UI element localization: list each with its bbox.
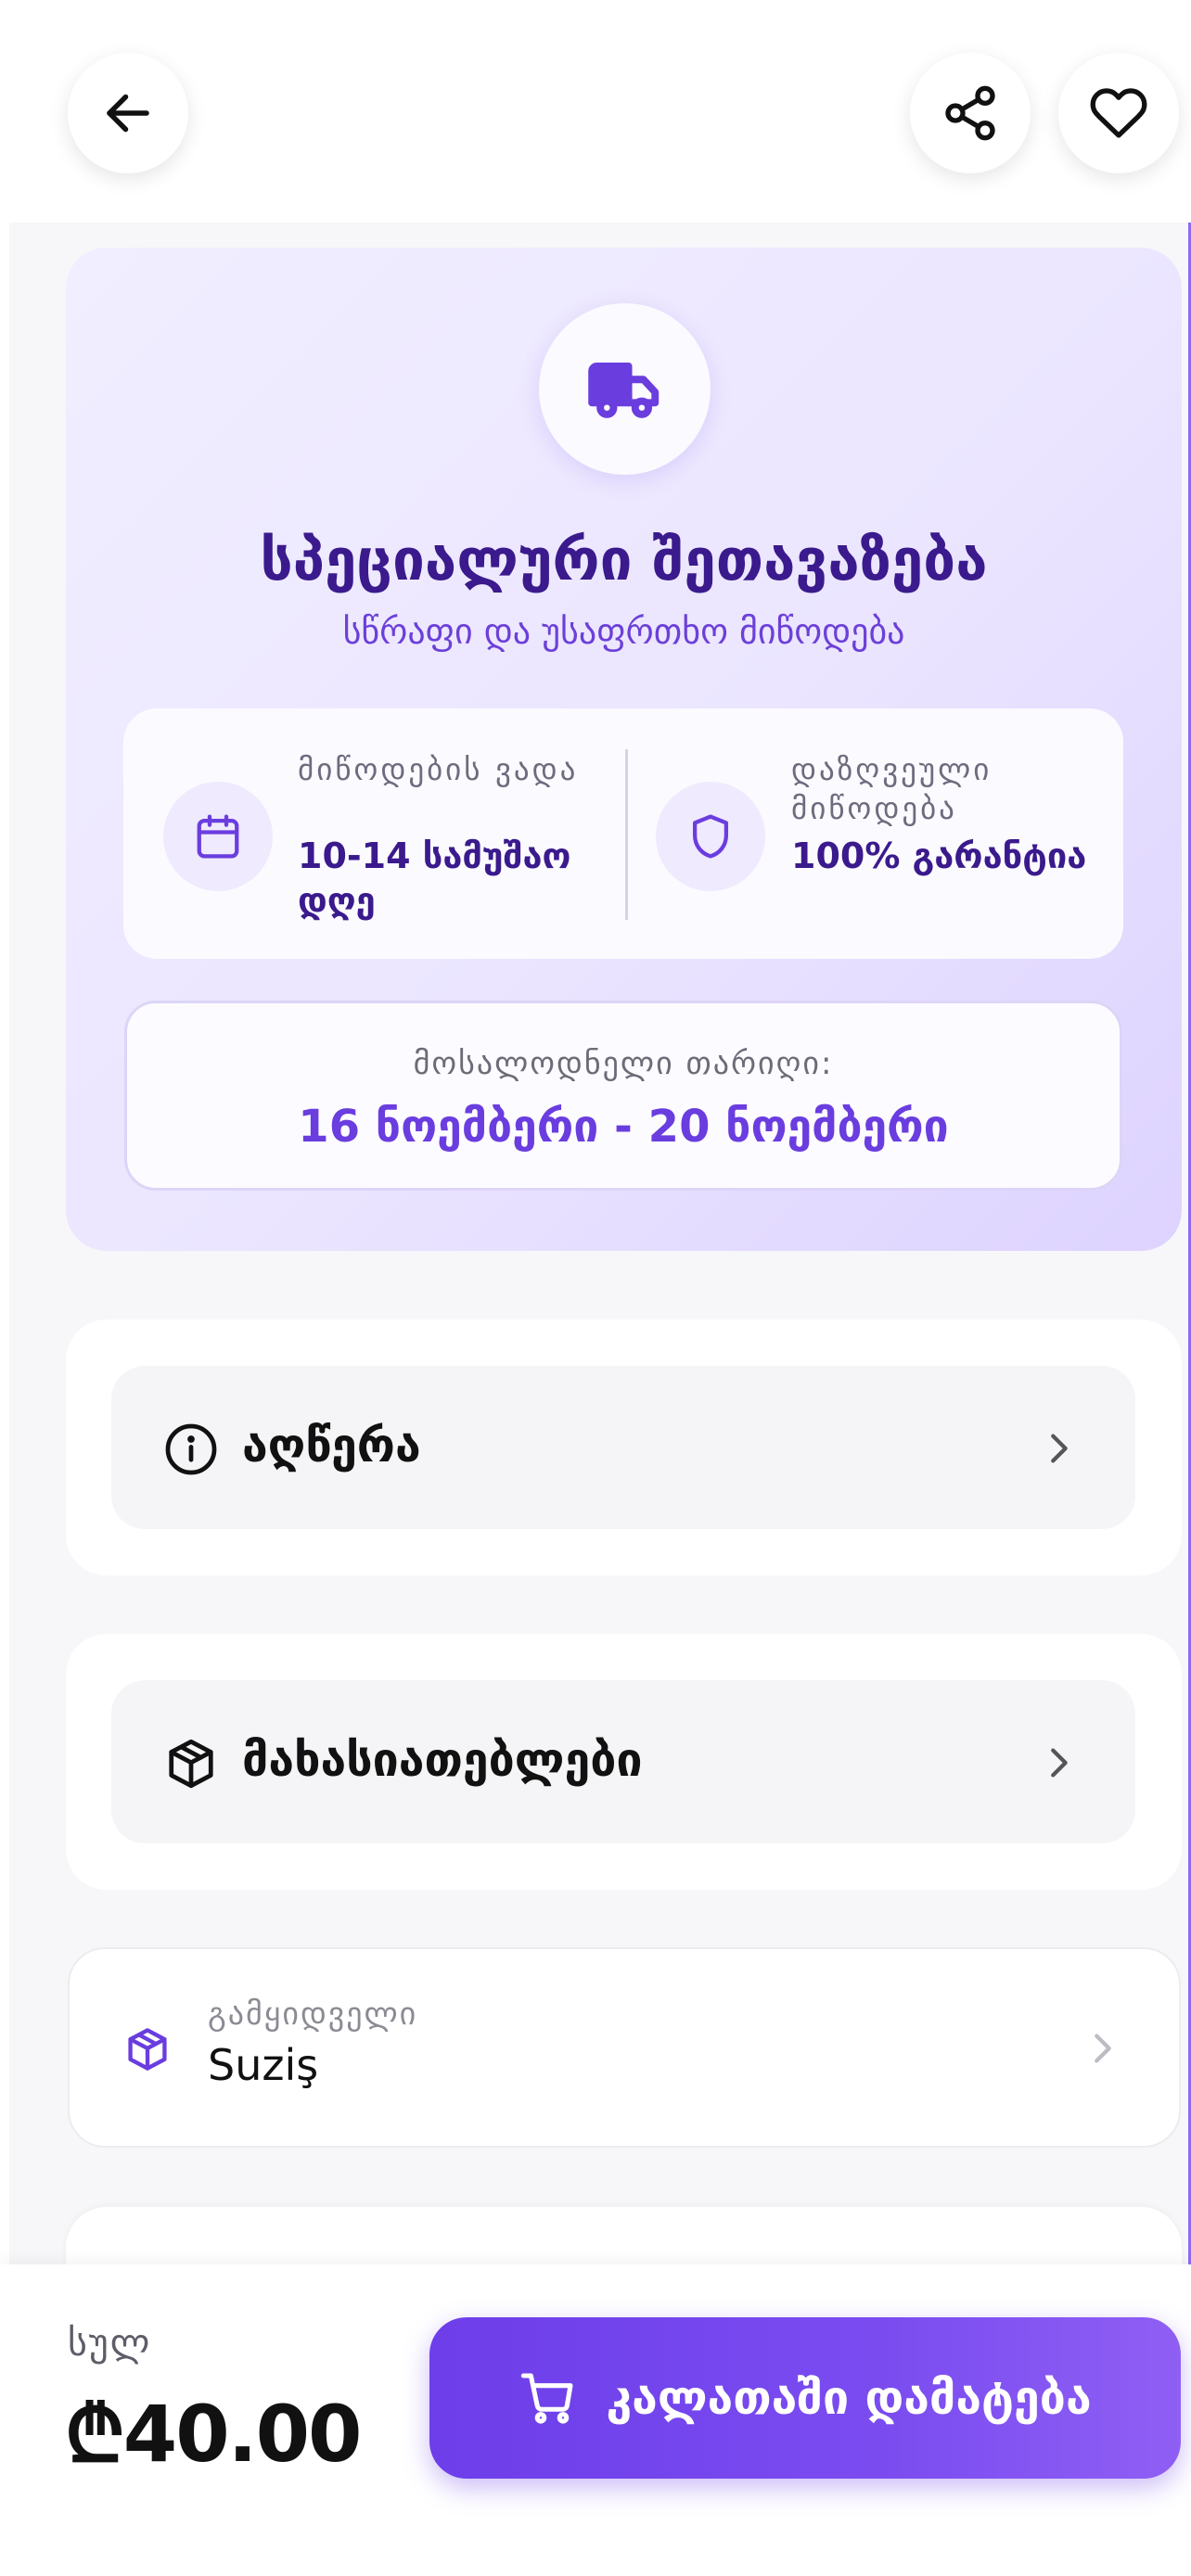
share-button[interactable] (910, 53, 1031, 173)
shield-badge (656, 782, 765, 891)
truck-icon (585, 350, 665, 429)
share-icon (941, 83, 1000, 143)
favorite-button[interactable] (1058, 53, 1179, 173)
delivery-time-label: მიწოდების ვადა (298, 751, 579, 787)
calendar-badge (163, 782, 273, 891)
characteristics-section: მახასიათებლები (66, 1634, 1182, 1890)
guarantee-value: 100% გარანტია (791, 835, 1087, 876)
chevron-right-icon (1037, 1427, 1080, 1470)
bottom-bar: სულ ₾40.00 კალათაში დამატება (0, 2264, 1191, 2576)
shield-icon (685, 811, 736, 861)
delivery-time-value: 10-14 სამუშაო დღე (298, 835, 571, 921)
expected-date-card: მოსალოდნელი თარიღი: 16 ნოემბერი - 20 ნოე… (124, 1001, 1122, 1191)
expected-date-value: 16 ნოემბერი - 20 ნოემბერი (298, 1101, 949, 1153)
add-to-cart-button[interactable]: კალათაში დამატება (429, 2317, 1181, 2479)
seller-name: Suziş (208, 2040, 319, 2090)
calendar-icon (193, 811, 243, 861)
guarantee-label: დაზღვეული მიწოდება (791, 751, 992, 826)
chevron-right-icon (1037, 1741, 1080, 1784)
description-row[interactable]: აღწერა (111, 1366, 1135, 1529)
expected-date-label: მოსალოდნელი თარიღი: (413, 1045, 834, 1082)
info-icon (163, 1422, 219, 1477)
back-button[interactable] (68, 53, 188, 173)
product-content[interactable]: სპეციალური შეთავაზება სწრაფი და უსაფრთხო… (9, 223, 1191, 2264)
heart-icon (1089, 83, 1148, 143)
total-label: სულ (68, 2322, 152, 2365)
description-label: აღწერა (242, 1419, 421, 1473)
truck-badge (539, 303, 711, 475)
chevron-right-icon (1081, 2027, 1123, 2070)
arrow-left-icon (100, 85, 156, 141)
seller-row[interactable]: გამყიდველი Suziş (68, 1947, 1181, 2148)
package-icon (123, 2025, 172, 2073)
description-section: აღწერა (66, 1320, 1182, 1575)
cart-icon (519, 2368, 578, 2428)
next-section-card (66, 2207, 1182, 2264)
delivery-info-card: მიწოდების ვადა 10-14 სამუშაო დღე დაზღვეუ… (123, 708, 1123, 959)
seller-label: გამყიდველი (208, 1996, 418, 2033)
offer-subtitle: სწრაფი და უსაფრთხო მიწოდება (342, 611, 905, 652)
special-offer-card: სპეციალური შეთავაზება სწრაფი და უსაფრთხო… (66, 248, 1182, 1251)
top-bar (0, 0, 1191, 223)
characteristics-row[interactable]: მახასიათებლები (111, 1680, 1135, 1843)
box-icon (163, 1736, 219, 1792)
offer-title: სპეციალური შეთავაზება (260, 526, 988, 593)
add-to-cart-label: კალათაში დამატება (606, 2371, 1092, 2425)
characteristics-label: მახასიათებლები (242, 1733, 643, 1787)
info-divider (625, 749, 628, 920)
total-price: ₾40.00 (65, 2389, 362, 2480)
